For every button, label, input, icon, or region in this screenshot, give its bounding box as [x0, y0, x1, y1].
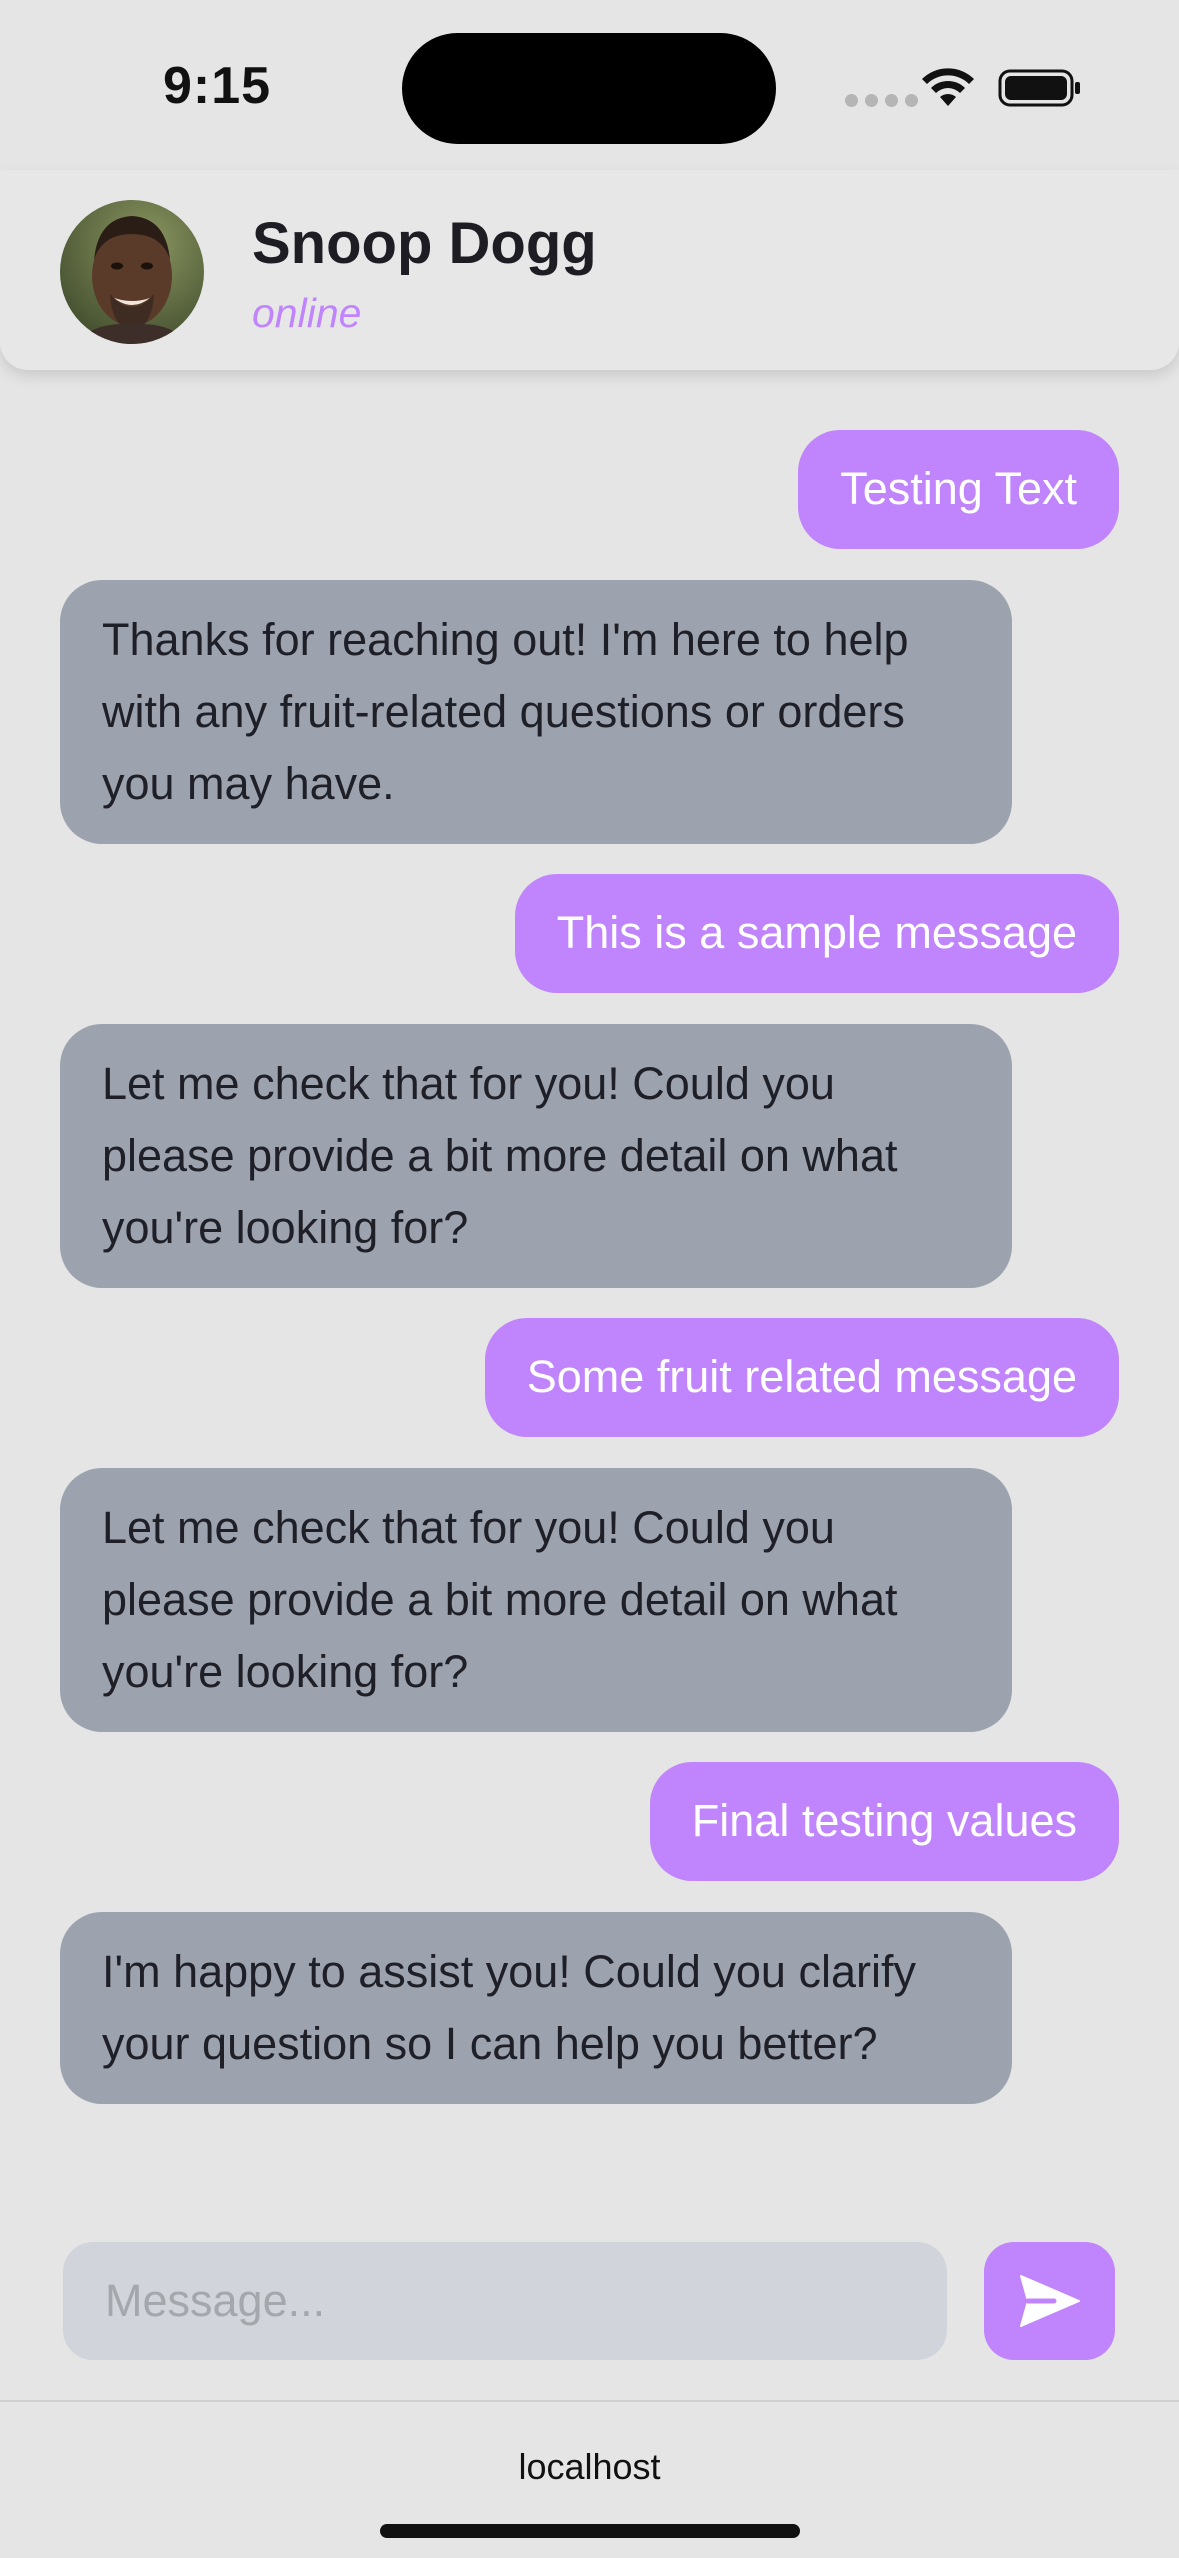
battery-icon: [998, 69, 1080, 107]
dynamic-island: [402, 33, 776, 144]
received-message: Thanks for reaching out! I'm here to hel…: [60, 580, 1012, 844]
sent-message: Final testing values: [649, 1762, 1119, 1881]
sent-message: This is a sample message: [514, 874, 1119, 993]
send-button[interactable]: [984, 2242, 1115, 2360]
home-indicator[interactable]: [380, 2524, 800, 2538]
received-message: Let me check that for you! Could you ple…: [60, 1024, 1012, 1288]
contact-avatar-photo: [60, 200, 204, 344]
received-message: I'm happy to assist you! Could you clari…: [60, 1912, 1012, 2104]
sent-message: Some fruit related message: [484, 1318, 1119, 1437]
send-icon: [1019, 2275, 1080, 2327]
contact-status: online: [252, 290, 362, 336]
contact-name: Snoop Dogg: [252, 211, 597, 276]
url-label[interactable]: localhost: [0, 2446, 1179, 2488]
avatar[interactable]: [60, 200, 204, 344]
status-time: 9:15: [163, 57, 272, 115]
message-composer: [0, 2210, 1179, 2400]
sent-message: Testing Text: [798, 430, 1119, 549]
status-bar: 9:15: [0, 0, 1179, 170]
received-message: Let me check that for you! Could you ple…: [60, 1468, 1012, 1732]
browser-bottom-bar: localhost: [0, 2400, 1179, 2558]
cellular-signal-icon: [845, 94, 918, 107]
message-input[interactable]: [63, 2242, 947, 2360]
chat-header: Snoop Dogg online: [0, 170, 1179, 370]
wifi-icon: [922, 68, 974, 106]
